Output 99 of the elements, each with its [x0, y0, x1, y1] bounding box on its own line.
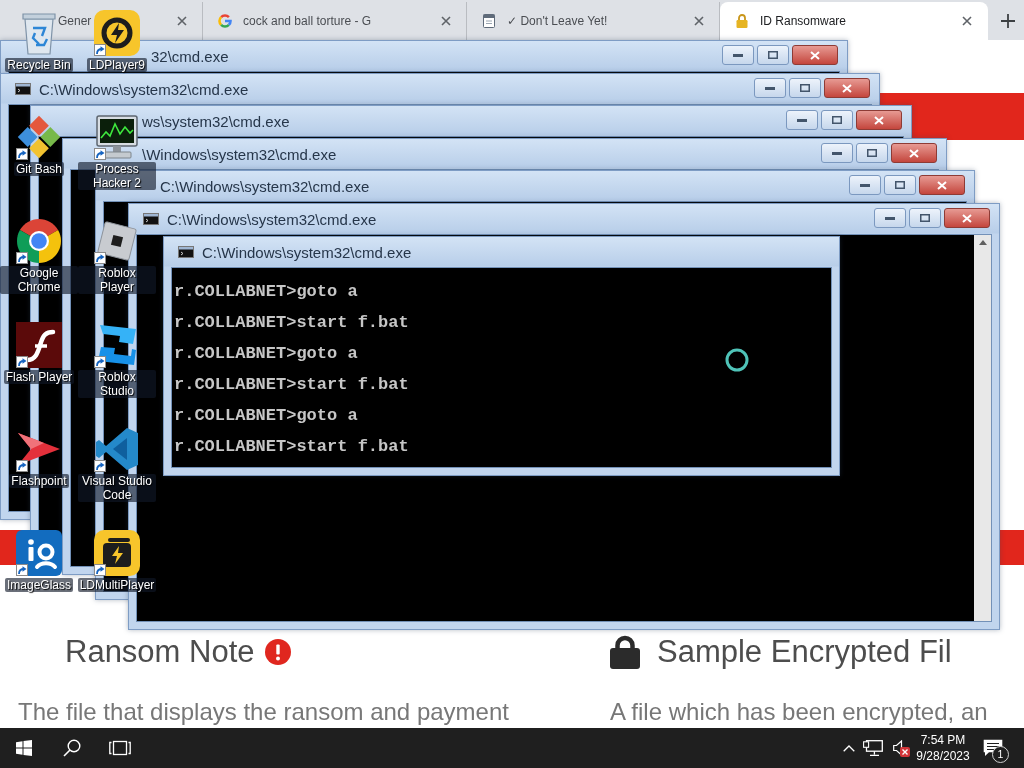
desktop-item-label[interactable]: Google Chrome: [0, 266, 78, 294]
desktop-item-label[interactable]: LDPlayer9: [87, 58, 147, 72]
close-icon: [874, 115, 884, 125]
notification-count: 1: [992, 746, 1009, 763]
window-title: C:\Windows\system32\cmd.exe: [160, 177, 370, 195]
maximize-icon: [867, 149, 877, 157]
swoosh-tile-icon[interactable]: [16, 322, 62, 368]
desktop-item-label[interactable]: ImageGlass: [5, 578, 73, 592]
desktop-item-label[interactable]: LDMultiPlayer: [77, 578, 157, 592]
scroll-up-arrow-icon: [978, 240, 987, 245]
desktop-item-label[interactable]: Roblox Player: [78, 266, 156, 294]
minimize-icon: [733, 53, 743, 57]
padlock-icon: [734, 13, 750, 29]
maximize-icon: [768, 51, 778, 59]
ring-logo-icon: [217, 13, 233, 29]
desktop-item-label[interactable]: Visual Studio Code: [78, 474, 156, 502]
console-line: r.COLLABNET>start f.bat: [174, 312, 409, 334]
console-line: r.COLLABNET>start f.bat: [174, 374, 409, 396]
ribbon-logo-icon[interactable]: [94, 426, 140, 472]
close-icon: [694, 16, 704, 26]
minimize-icon: [885, 216, 895, 220]
close-icon: [842, 83, 852, 93]
minimize-icon: [797, 118, 807, 122]
ring-bolt-icon[interactable]: [94, 10, 140, 56]
speaker-icon: [893, 740, 905, 756]
network-icon: [863, 740, 883, 756]
close-icon: [962, 16, 972, 26]
task-view-icon: [109, 740, 131, 756]
minimize-button[interactable]: [786, 110, 818, 130]
maximize-icon: [800, 84, 810, 92]
desktop-item-label[interactable]: Flashpoint: [9, 474, 69, 488]
close-icon: [177, 16, 187, 26]
close-icon: [962, 213, 972, 223]
close-button[interactable]: [824, 78, 870, 98]
section-heading: Ransom Note: [65, 634, 255, 670]
close-button[interactable]: [891, 143, 937, 163]
desktop-item-label[interactable]: Git Bash: [14, 162, 64, 176]
window-title: C:\Windows\system32\cmd.exe: [202, 243, 412, 261]
console-line: r.COLLABNET>goto a: [174, 281, 358, 303]
close-icon: [909, 148, 919, 158]
notifications-button[interactable]: 1: [973, 728, 1013, 768]
maximize-button[interactable]: [789, 78, 821, 98]
monitor-graph-icon[interactable]: [94, 114, 140, 160]
bolt-tile-icon[interactable]: [94, 530, 140, 576]
maximize-icon: [920, 214, 930, 222]
maximize-button[interactable]: [884, 175, 916, 195]
clock-button[interactable]: 7:54 PM 9/28/2023: [913, 728, 973, 768]
maximize-button[interactable]: [821, 110, 853, 130]
console-icon: [15, 83, 31, 95]
document-icon: [481, 13, 497, 29]
maximize-button[interactable]: [757, 45, 789, 65]
browser-logo-icon[interactable]: [16, 218, 62, 264]
minimize-icon: [832, 151, 842, 155]
section-heading: Sample Encrypted Fil: [657, 634, 952, 670]
maximize-icon: [832, 116, 842, 124]
windows-logo-icon: [16, 740, 32, 756]
app-logo-icon[interactable]: [16, 530, 62, 576]
scrollbar[interactable]: [974, 235, 991, 621]
window-title: \Windows\system32\cmd.exe: [142, 145, 337, 163]
diamond-tiles-icon[interactable]: [16, 114, 62, 160]
desktop-item-label[interactable]: Flash Player: [3, 370, 75, 384]
console-icon: [178, 246, 194, 258]
browser-tab[interactable]: ID Ransomware: [720, 2, 988, 40]
caret-up-icon: [843, 744, 855, 752]
close-button[interactable]: [944, 208, 990, 228]
close-button[interactable]: [856, 110, 902, 130]
minimize-button[interactable]: [754, 78, 786, 98]
close-icon: [810, 50, 820, 60]
section-description: The file that displays the ransom and payment: [18, 699, 509, 725]
window-title: 32\cmd.exe: [151, 47, 229, 65]
padlock-icon: [610, 635, 640, 669]
minimize-icon: [765, 86, 775, 90]
close-icon: [441, 16, 451, 26]
minimize-button[interactable]: [821, 143, 853, 163]
maximize-button[interactable]: [909, 208, 941, 228]
plus-icon: [1001, 14, 1015, 28]
maximize-button[interactable]: [856, 143, 888, 163]
busy-cursor-icon: [725, 348, 749, 372]
console-line: r.COLLABNET>goto a: [174, 405, 358, 427]
close-icon: [937, 180, 947, 190]
close-button[interactable]: [792, 45, 838, 65]
window-title: C:\Windows\system32\cmd.exe: [167, 210, 377, 228]
minimize-button[interactable]: [722, 45, 754, 65]
section-description: A file which has been encrypted, an: [610, 699, 988, 725]
minimize-button[interactable]: [874, 208, 906, 228]
recycle-bin-icon[interactable]: [22, 11, 56, 55]
window-title: C:\Windows\system32\cmd.exe: [39, 80, 249, 98]
window-title: ws\system32\cmd.exe: [142, 112, 290, 130]
close-button[interactable]: [919, 175, 965, 195]
console-line: r.COLLABNET>start f.bat: [174, 436, 409, 458]
console-icon: [143, 213, 159, 225]
search-icon: [63, 739, 81, 757]
desktop-item-label[interactable]: Recycle Bin: [5, 58, 73, 72]
minimize-icon: [860, 183, 870, 187]
console-line: r.COLLABNET>goto a: [174, 343, 358, 365]
desktop-item-label[interactable]: Roblox Studio: [78, 370, 156, 398]
minimize-button[interactable]: [849, 175, 881, 195]
desktop-item-label[interactable]: Process Hacker 2: [78, 162, 156, 190]
maximize-icon: [895, 181, 905, 189]
